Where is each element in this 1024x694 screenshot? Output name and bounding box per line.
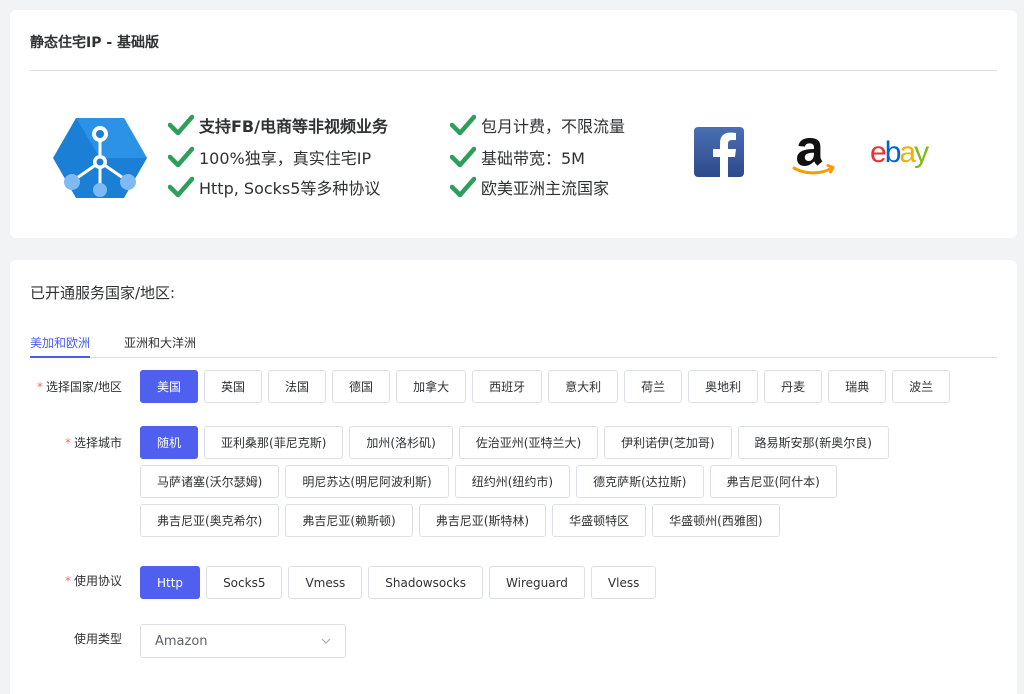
protocol-option[interactable]: Vmess [288,566,363,599]
feature-text: 欧美亚洲主流国家 [481,179,610,198]
protocol-option[interactable]: Wireguard [489,566,585,599]
required-mark: * [64,574,71,588]
protocol-option[interactable]: Http [140,566,201,599]
ebay-letter: a [899,136,916,169]
title-divider [30,70,997,71]
country-option[interactable]: 波兰 [892,370,951,403]
usage-label: 使用类型 [73,632,122,646]
ebay-logo-icon: ebay [870,136,929,172]
check-icon [168,146,194,168]
feature-text: Http, Socks5等多种协议 [199,179,381,198]
protocol-label-text: 使用协议 [73,574,122,588]
protocol-options: Http Socks5 Vmess Shadowsocks Wireguard … [140,566,960,599]
tab-asia-oceania[interactable]: 亚洲和大洋洲 [124,334,196,358]
city-option[interactable]: 弗吉尼亚(奥克希尔) [140,504,280,537]
feature-item: 100%独享，真实住宅IP [168,144,371,170]
country-label-text: 选择国家/地区 [45,380,122,394]
ebay-letter: e [870,136,887,169]
city-option[interactable]: 华盛顿特区 [552,504,647,537]
city-option[interactable]: 随机 [140,426,199,459]
country-label: * 选择国家/地区 [10,378,122,395]
city-option[interactable]: 加州(洛杉矶) [349,426,453,459]
country-option[interactable]: 法国 [268,370,327,403]
check-icon [450,114,476,136]
feature-item: 基础带宽：5M [450,144,585,170]
city-option[interactable]: 弗吉尼亚(斯特林) [418,504,547,537]
ebay-letter: y [914,136,929,169]
country-option[interactable]: 丹麦 [764,370,823,403]
feature-item: 支持FB/电商等非视频业务 [168,112,388,138]
city-option[interactable]: 华盛顿州(西雅图) [652,504,780,537]
required-mark: * [36,380,43,394]
city-label-text: 选择城市 [73,436,122,450]
check-icon [168,114,194,136]
city-option[interactable]: 佐治亚州(亚特兰大) [458,426,599,459]
country-options: 美国 英国 法国 德国 加拿大 西班牙 意大利 荷兰 奥地利 丹麦 瑞典 波兰 [140,370,960,403]
service-card: 已开通服务国家/地区: 美加和欧洲 亚洲和大洋洲 * 选择国家/地区 美国 英国 … [10,260,1017,694]
facebook-logo-icon [694,127,744,177]
city-option[interactable]: 德克萨斯(达拉斯) [576,465,704,498]
city-option[interactable]: 纽约州(纽约市) [454,465,571,498]
city-option[interactable]: 明尼苏达(明尼阿波利斯) [285,465,449,498]
ebay-letter: b [884,136,902,169]
city-option[interactable]: 亚利桑那(菲尼克斯) [204,426,344,459]
amazon-logo-icon [792,138,835,175]
check-icon [168,176,194,198]
usage-type-value: Amazon [155,633,208,649]
feature-text: 100%独享，真实住宅IP [199,149,372,168]
city-option[interactable]: 伊利诺伊(芝加哥) [604,426,732,459]
country-option[interactable]: 英国 [204,370,263,403]
country-option[interactable]: 加拿大 [396,370,467,403]
service-title: 已开通服务国家/地区: [30,284,176,302]
check-icon [450,176,476,198]
check-icon [450,146,476,168]
country-option[interactable]: 奥地利 [688,370,759,403]
chevron-down-icon [321,638,331,644]
usage-type-select[interactable]: Amazon [140,624,346,658]
country-option[interactable]: 美国 [140,370,199,403]
city-option[interactable]: 弗吉尼亚(赖斯顿) [285,504,413,537]
country-option[interactable]: 意大利 [548,370,619,403]
region-tabs: 美加和欧洲 亚洲和大洋洲 [30,326,997,358]
feature-item: 欧美亚洲主流国家 [450,174,609,200]
city-options: 随机 亚利桑那(菲尼克斯) 加州(洛杉矶) 佐治亚州(亚特兰大) 伊利诺伊(芝加… [140,426,980,537]
feature-text: 基础带宽：5M [481,149,585,168]
country-option[interactable]: 西班牙 [472,370,543,403]
city-option[interactable]: 马萨诸塞(沃尔瑟姆) [140,465,280,498]
feature-text: 包月计费，不限流量 [481,117,626,136]
feature-item: Http, Socks5等多种协议 [168,174,380,200]
country-option[interactable]: 瑞典 [828,370,887,403]
feature-text: 支持FB/电商等非视频业务 [199,117,388,136]
protocol-label: * 使用协议 [10,572,122,589]
protocol-option[interactable]: Shadowsocks [368,566,484,599]
network-hexagon-logo [53,118,147,198]
required-mark: * [64,436,71,450]
city-label: * 选择城市 [10,434,122,451]
protocol-option[interactable]: Socks5 [206,566,283,599]
country-option[interactable]: 德国 [332,370,391,403]
protocol-option[interactable]: Vless [590,566,657,599]
product-title: 静态住宅IP - 基础版 [30,35,160,51]
city-option[interactable]: 弗吉尼亚(阿什本) [709,465,837,498]
city-option[interactable]: 路易斯安那(新奥尔良) [737,426,889,459]
tab-americas-europe[interactable]: 美加和欧洲 [30,334,91,358]
feature-item: 包月计费，不限流量 [450,112,625,138]
product-card: 静态住宅IP - 基础版 支持FB/电商等非视频业务 100%独享，真实住宅IP… [10,10,1017,238]
country-option[interactable]: 荷兰 [624,370,683,403]
